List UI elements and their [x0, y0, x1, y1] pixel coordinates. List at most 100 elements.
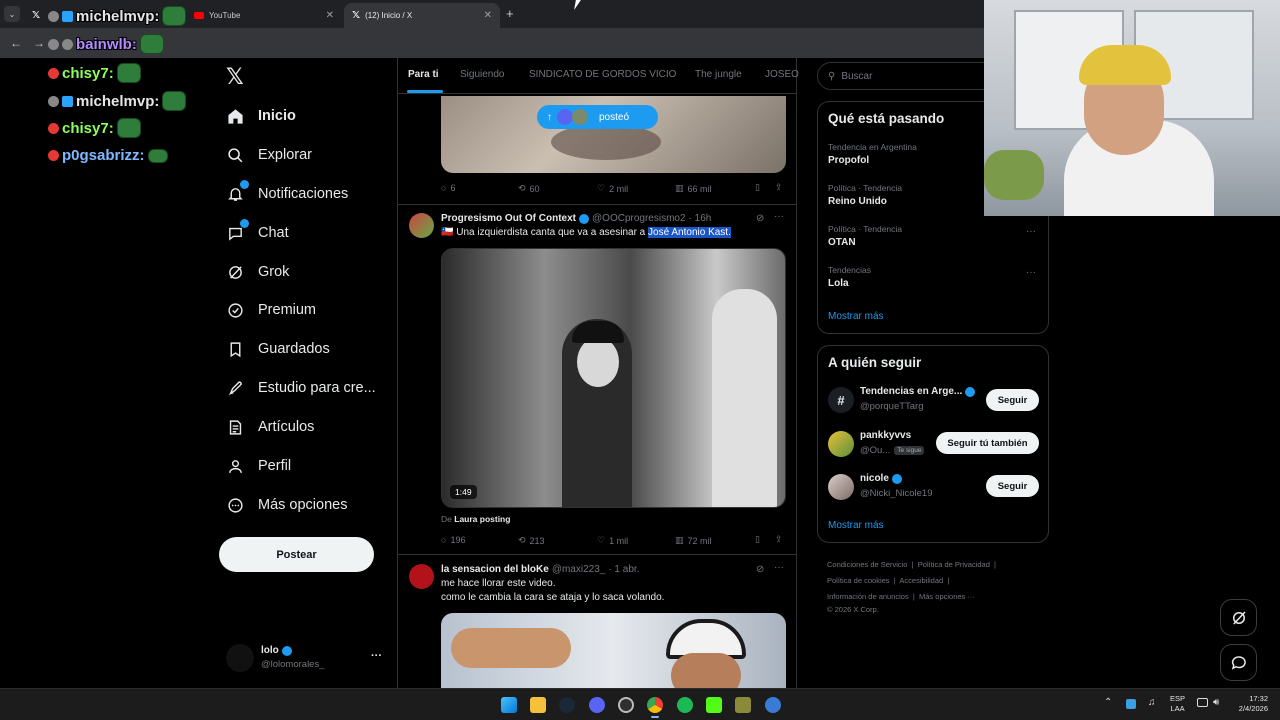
trend-item[interactable]: Tendencias Lola: [828, 265, 1038, 289]
sidebar-item-guardados[interactable]: Guardados: [226, 340, 330, 358]
messages-floating-button[interactable]: [1220, 644, 1257, 681]
spotify-icon[interactable]: [677, 697, 693, 713]
obs-icon[interactable]: [618, 697, 634, 713]
arrow-up-icon: ↑: [547, 111, 552, 123]
post-video[interactable]: [441, 613, 786, 688]
footer-link[interactable]: Condiciones de Servicio: [827, 560, 907, 569]
steam-icon[interactable]: [559, 697, 575, 713]
more-icon[interactable]: ···: [1026, 226, 1036, 237]
sidebar-item-estudio[interactable]: Estudio para cre...: [226, 379, 376, 397]
reply-count[interactable]: ○ 6: [441, 183, 455, 193]
more-icon[interactable]: ···: [774, 562, 784, 573]
account-handle: @lolomorales_: [261, 659, 325, 670]
x-favicon-icon: 𝕏: [32, 10, 41, 21]
sidebar-item-inicio[interactable]: Inicio: [226, 107, 296, 125]
chrome-icon[interactable]: [647, 697, 663, 713]
post-author[interactable]: la sensacion del bloKe: [441, 564, 549, 575]
footer-link[interactable]: Política de cookies: [827, 576, 890, 585]
bookmark-icon[interactable]: ▯: [755, 534, 760, 545]
show-more-trends[interactable]: Mostrar más: [828, 311, 884, 322]
show-more-follow[interactable]: Mostrar más: [828, 520, 884, 531]
footer-link[interactable]: Más opciones ···: [919, 592, 975, 601]
chat-username: chisy7:: [62, 119, 114, 137]
view-count[interactable]: ▥ 66 mil: [675, 183, 712, 194]
follows-you-badge: Te sigue: [894, 446, 925, 455]
like-count[interactable]: ♡ 2 mil: [597, 183, 628, 194]
sidebar-item-chat[interactable]: Chat: [226, 219, 289, 242]
windows-start-icon[interactable]: [501, 697, 517, 713]
follow-back-button[interactable]: Seguir tú también: [936, 432, 1039, 454]
tray-app-icon[interactable]: [1126, 699, 1136, 709]
footer-link[interactable]: Accesibilidad: [899, 576, 943, 585]
follow-button[interactable]: Seguir: [986, 475, 1039, 497]
chat-message: bainwlb:: [48, 34, 164, 54]
footer-link[interactable]: Política de Privacidad: [918, 560, 990, 569]
sidebar-item-perfil[interactable]: Perfil: [226, 457, 291, 475]
tab-siguiendo[interactable]: Siguiendo: [460, 69, 504, 80]
view-count[interactable]: ▥ 72 mil: [675, 535, 712, 546]
video-source-author[interactable]: Laura posting: [454, 514, 510, 524]
network-icon[interactable]: [1197, 698, 1208, 707]
clock[interactable]: 17:32 2/4/2026: [1232, 694, 1268, 714]
language-indicator[interactable]: ESP LAA: [1170, 694, 1185, 714]
bookmark-icon[interactable]: ▯: [755, 182, 760, 193]
tab-sindicato[interactable]: SINDICATO DE GORDOS VICIO: [529, 69, 676, 80]
more-icon[interactable]: ···: [1026, 267, 1036, 278]
sidebar-item-explorar[interactable]: Explorar: [226, 146, 312, 164]
repost-count[interactable]: ⟲ 60: [518, 183, 540, 194]
layout-code: LAA: [1170, 704, 1185, 713]
posted-pill[interactable]: ↑ posteó: [537, 105, 658, 129]
browser-tab-inicio[interactable]: 𝕏 (12) Inicio / X ✕: [344, 3, 500, 28]
post-video[interactable]: 1:49: [441, 248, 786, 508]
kick-icon[interactable]: [706, 697, 722, 713]
x-logo-icon[interactable]: 𝕏: [226, 64, 244, 90]
trend-item[interactable]: Política · Tendencia OTAN: [828, 224, 1038, 248]
app-icon[interactable]: [765, 697, 781, 713]
more-icon[interactable]: ···: [371, 650, 382, 662]
avatar[interactable]: [409, 213, 434, 238]
close-tab-icon[interactable]: ✕: [326, 10, 334, 21]
tray-overflow-icon[interactable]: ⌃: [1104, 697, 1112, 708]
chat-icon: [226, 219, 249, 242]
tab-the-jungle[interactable]: The jungle: [695, 69, 742, 80]
browser-tab-youtube[interactable]: YouTube ✕: [186, 3, 342, 28]
discord-icon[interactable]: [589, 697, 605, 713]
grok-icon[interactable]: ⊘: [756, 213, 764, 224]
footer-link[interactable]: Información de anuncios: [827, 592, 909, 601]
reply-count[interactable]: ○ 196: [441, 535, 465, 545]
back-icon[interactable]: ←: [10, 36, 22, 50]
repost-count-text: 60: [529, 183, 540, 194]
like-count-text: 1 mil: [609, 535, 629, 546]
post-button[interactable]: Postear: [219, 537, 374, 572]
post-handle[interactable]: @OOCprogresismo2: [592, 213, 686, 224]
new-tab-button[interactable]: +: [506, 6, 514, 21]
tab-search-button[interactable]: ⌄: [4, 6, 20, 22]
share-icon[interactable]: ⇪: [775, 182, 783, 193]
sidebar-item-grok[interactable]: Grok: [226, 263, 289, 281]
volume-icon[interactable]: 🔊︎: [1213, 697, 1219, 708]
grok-floating-button[interactable]: [1220, 599, 1257, 636]
tab-para-ti[interactable]: Para ti: [408, 69, 439, 80]
file-explorer-icon[interactable]: [530, 697, 546, 713]
post-handle[interactable]: @maxi223_: [552, 564, 606, 575]
video-figure-right: [712, 289, 777, 507]
follow-button[interactable]: Seguir: [986, 389, 1039, 411]
microphone-icon[interactable]: ♫: [1148, 697, 1156, 708]
app-icon[interactable]: [735, 697, 751, 713]
more-icon[interactable]: ···: [774, 211, 784, 222]
sidebar-item-notificaciones[interactable]: Notificaciones: [226, 180, 348, 203]
like-count[interactable]: ♡ 1 mil: [597, 535, 628, 546]
sidebar-item-mas-opciones[interactable]: Más opciones: [226, 496, 347, 514]
sidebar-item-premium[interactable]: Premium: [226, 301, 316, 319]
account-switcher[interactable]: lolo @lolomorales_ ···: [226, 642, 386, 674]
grok-icon[interactable]: ⊘: [756, 564, 764, 575]
reply-icon: ○: [441, 535, 447, 545]
tab-joseo[interactable]: JOSEO: [765, 69, 799, 80]
sidebar-item-articulos[interactable]: Artículos: [226, 418, 314, 436]
avatar[interactable]: [409, 564, 434, 589]
forward-icon[interactable]: →: [33, 36, 45, 50]
post-author[interactable]: Progresismo Out Of Context: [441, 213, 576, 224]
close-tab-icon[interactable]: ✕: [484, 10, 492, 21]
repost-count[interactable]: ⟲ 213: [518, 535, 545, 546]
share-icon[interactable]: ⇪: [775, 534, 783, 545]
